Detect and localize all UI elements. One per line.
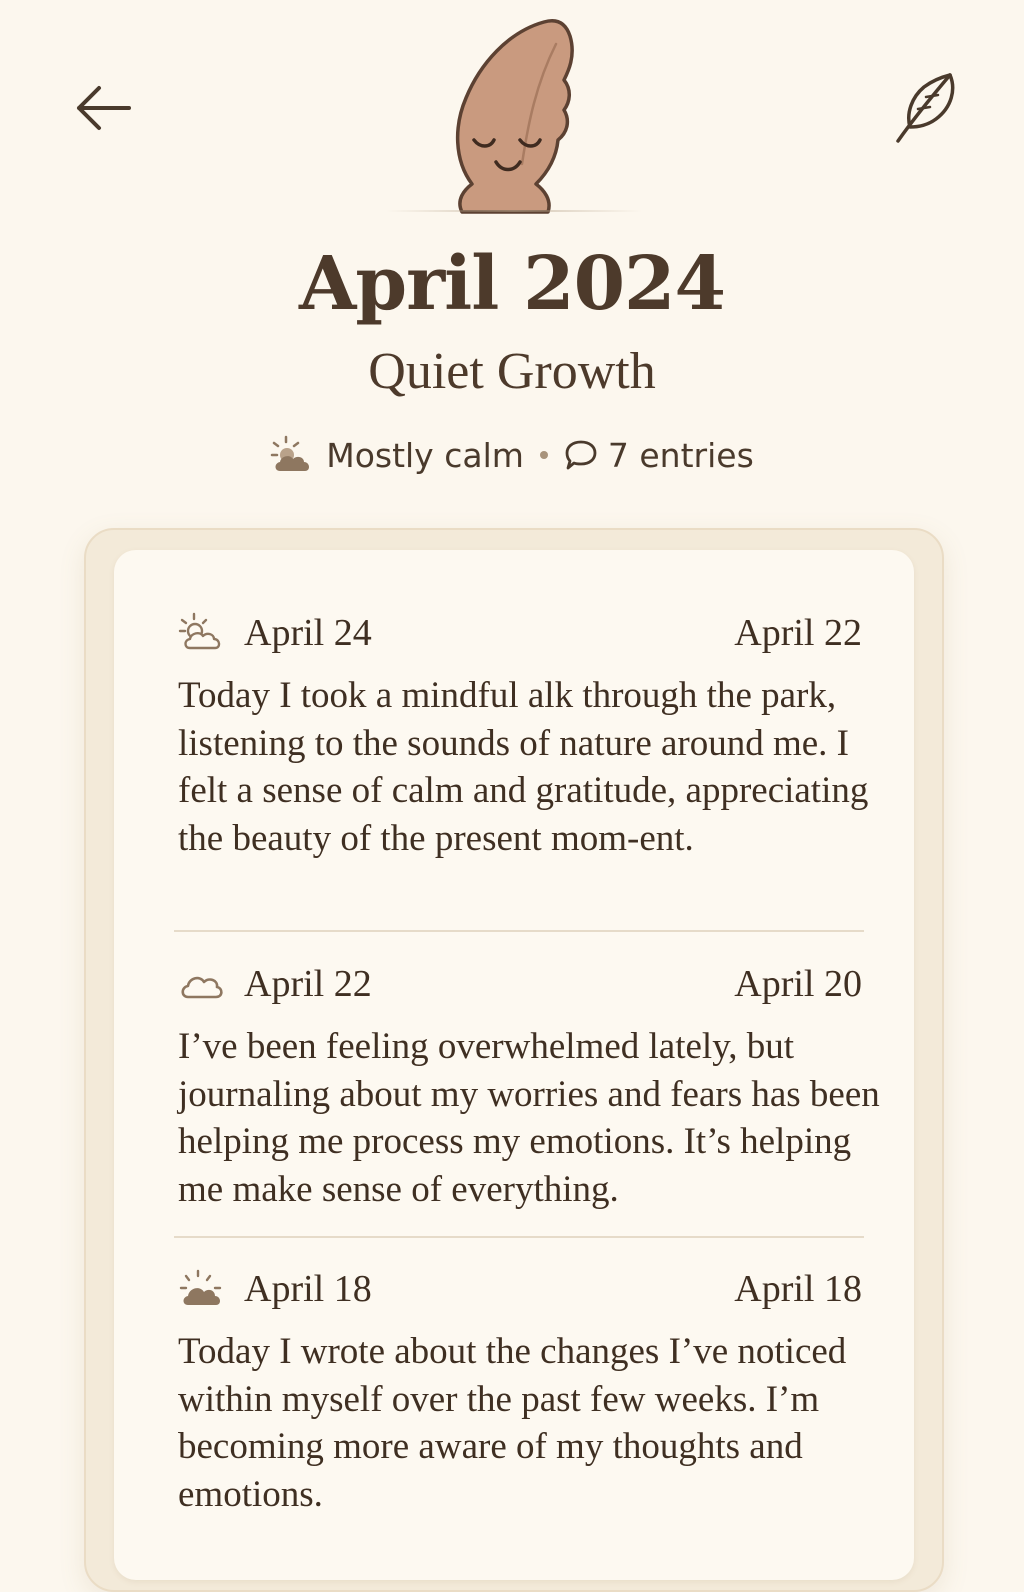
- entry-header: April 18 April 18: [178, 1264, 878, 1314]
- sun-behind-cloud-icon: [178, 612, 221, 650]
- entry-date: April 18: [244, 1268, 372, 1310]
- entry-divider: [174, 1236, 864, 1238]
- top-bar: [0, 0, 1024, 230]
- entry-secondary-date: April 18: [734, 1268, 862, 1310]
- feather-quill-icon: [896, 73, 955, 143]
- back-button[interactable]: [68, 76, 138, 140]
- entry-date: April 24: [244, 612, 372, 654]
- mood-label: Mostly calm: [326, 435, 524, 475]
- sleeping-seed-mascot: [455, 19, 574, 214]
- entries-count: 7 entries: [607, 435, 754, 475]
- entry-text: I’ve been feeling overwhelmed lately, bu…: [178, 1026, 880, 1210]
- journal-entry[interactable]: April 24 April 22 Today I took a mindful…: [178, 608, 878, 862]
- page-title: April 2024: [298, 241, 726, 327]
- month-summary: Mostly calm 7 entries: [0, 430, 1024, 480]
- journal-entry[interactable]: April 22 April 20 I’ve been feeling over…: [178, 959, 880, 1213]
- entry-text: Today I wrote about the changes I’ve not…: [178, 1331, 847, 1515]
- entry-header: April 22 April 20: [178, 959, 878, 1009]
- entry-text: Today I took a mindful alk through the p…: [178, 675, 869, 859]
- cloud-icon: [181, 976, 223, 999]
- page-subtitle: Quiet Growth: [368, 343, 656, 400]
- speech-bubble-icon: [565, 440, 597, 470]
- entry-date: April 22: [244, 963, 372, 1005]
- entry-divider: [174, 930, 864, 932]
- entry-header: April 24 April 22: [178, 608, 878, 658]
- sun-behind-cloud-icon: [270, 435, 310, 471]
- journal-entry[interactable]: April 18 April 18 Today I wrote about th…: [178, 1264, 878, 1518]
- arrow-left-icon: [77, 86, 131, 130]
- mascot-ground-line: [386, 210, 642, 212]
- sunrise-cloud-icon: [179, 1269, 222, 1305]
- entry-secondary-date: April 22: [734, 612, 862, 654]
- separator-dot: [539, 451, 548, 459]
- new-entry-button[interactable]: [884, 64, 964, 150]
- entry-secondary-date: April 20: [734, 963, 862, 1005]
